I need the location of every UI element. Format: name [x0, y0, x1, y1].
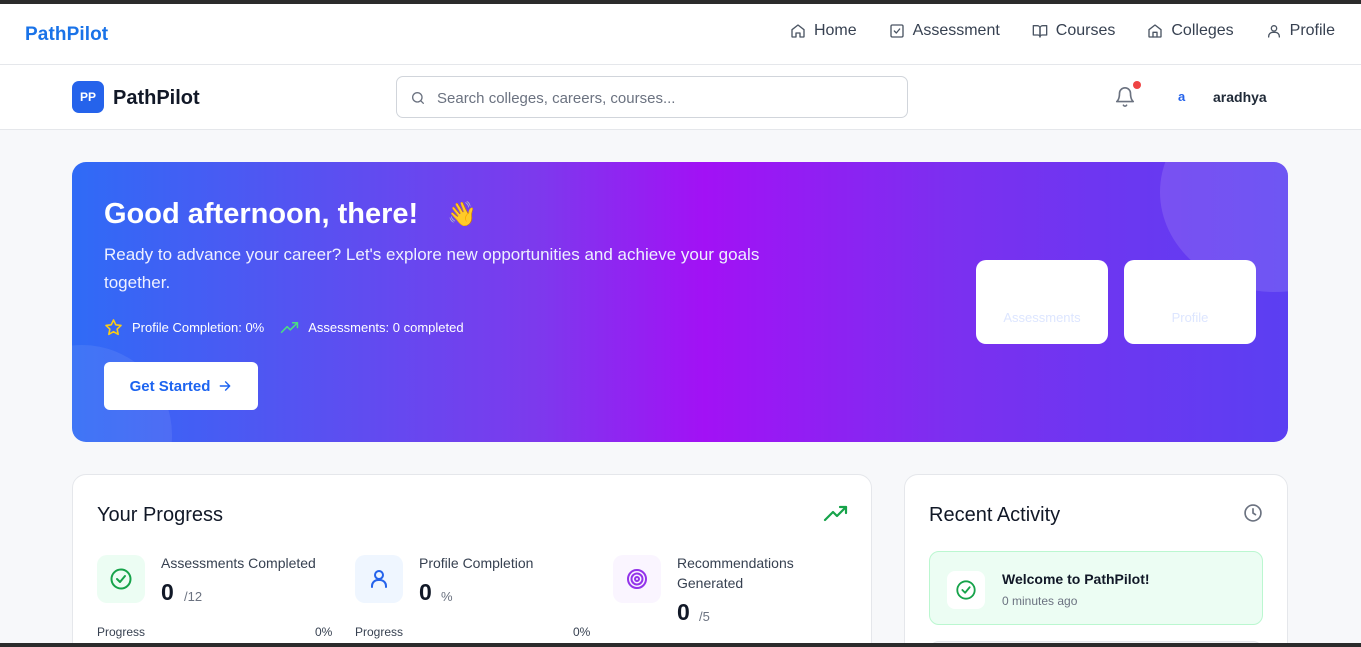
building-icon — [1148, 24, 1163, 38]
activity-title-text: Welcome to PathPilot! — [1002, 571, 1150, 587]
clock-icon — [1244, 504, 1262, 522]
check-circle-icon — [110, 568, 132, 590]
nav-link-colleges[interactable]: Colleges — [1147, 22, 1234, 40]
nav-link-label: Home — [813, 22, 857, 39]
activity-title: Recent Activity — [929, 504, 1061, 526]
stat-icon-box — [613, 555, 661, 603]
stat-label: Profile Completion — [419, 555, 534, 571]
window-bottom-border — [0, 643, 1361, 647]
nav-link-assessment[interactable]: Assessment — [889, 22, 1000, 40]
stat-unit: /5 — [699, 609, 710, 624]
hero-subtitle: Ready to advance your career? Let's expl… — [104, 245, 760, 292]
check-square-icon — [889, 24, 904, 38]
hero-stat-profile: Profile Completion: 0% — [104, 318, 264, 337]
hero-stats: Profile Completion: 0% Assessments: 0 co… — [104, 318, 464, 337]
stat-icon-box — [97, 555, 145, 603]
get-started-button[interactable]: Get Started — [104, 362, 258, 410]
stat-value: 0 — [419, 579, 432, 605]
logo-badge[interactable]: PP — [72, 81, 104, 113]
progress-bar-label: Progress — [97, 625, 146, 639]
arrow-right-icon — [220, 381, 231, 391]
activity-icon-box — [947, 571, 985, 609]
user-icon — [371, 570, 387, 588]
target-icon — [627, 569, 647, 589]
wave-emoji-icon: 👋 — [447, 201, 477, 228]
hero-title: Good afternoon, there! — [104, 198, 419, 230]
nav-links: Home Assessment Courses Colleges Profile — [790, 22, 1335, 40]
progress-bar-percent: 0% — [315, 625, 333, 639]
nav-link-home[interactable]: Home — [790, 22, 857, 40]
quick-card-assessments[interactable]: Assessments — [976, 260, 1108, 344]
avatar[interactable]: a — [1178, 89, 1185, 104]
quick-card-label: Assessments — [1003, 310, 1081, 325]
quick-card-profile[interactable]: Profile — [1124, 260, 1256, 344]
nav-link-label: Courses — [1055, 22, 1116, 39]
hero-stat-label: Assessments: 0 completed — [308, 320, 464, 335]
stat-value: 0 — [161, 579, 174, 605]
stat-label: Recommendations Generated — [677, 555, 794, 591]
search-input[interactable] — [437, 86, 887, 110]
star-icon — [105, 319, 122, 336]
activity-timestamp: 0 minutes ago — [1002, 594, 1078, 608]
recent-activity-panel: Recent Activity Welcome to PathPilot! 0 … — [904, 474, 1288, 647]
nav-link-courses[interactable]: Courses — [1032, 22, 1116, 40]
activity-item[interactable]: Welcome to PathPilot! 0 minutes ago — [929, 551, 1263, 625]
check-circle-icon — [956, 580, 976, 600]
get-started-label: Get Started — [129, 377, 211, 395]
stat-unit: /12 — [184, 589, 203, 604]
trending-up-icon — [823, 505, 848, 522]
progress-title: Your Progress — [97, 504, 223, 526]
stat-unit: % — [441, 589, 453, 604]
welcome-hero: Good afternoon, there! 👋 Ready to advanc… — [72, 162, 1288, 442]
progress-bar-label: Progress — [355, 625, 404, 639]
progress-panel: Your Progress Assessments Completed 0 /1… — [72, 474, 872, 647]
stat-label: Assessments Completed — [161, 555, 316, 571]
nav-link-label: Assessment — [912, 22, 1000, 39]
hero-stat-assessments: Assessments: 0 completed — [280, 318, 464, 337]
brand-logo-text[interactable]: PathPilot — [25, 24, 108, 46]
nav-link-label: Profile — [1289, 22, 1335, 39]
progress-bar-percent: 0% — [573, 625, 591, 639]
top-navbar: PathPilot Home Assessment Courses Colleg… — [0, 4, 1361, 65]
quick-card-label: Profile — [1171, 310, 1209, 325]
home-icon — [791, 24, 805, 38]
app-header: PP PathPilot a aradhya — [0, 65, 1361, 130]
stat-value: 0 — [677, 599, 690, 625]
username[interactable]: aradhya — [1213, 89, 1267, 105]
search-box — [396, 76, 908, 118]
trending-up-icon — [281, 321, 299, 334]
logo-text[interactable]: PathPilot — [113, 87, 200, 110]
bell-icon[interactable] — [1114, 85, 1136, 109]
search-icon — [412, 92, 424, 104]
nav-link-profile[interactable]: Profile — [1266, 22, 1335, 40]
nav-link-label: Colleges — [1171, 22, 1234, 39]
stat-icon-box — [355, 555, 403, 603]
notification-dot — [1133, 81, 1141, 89]
user-icon — [1267, 25, 1280, 38]
hero-stat-label: Profile Completion: 0% — [132, 320, 265, 335]
book-open-icon — [1032, 25, 1048, 38]
